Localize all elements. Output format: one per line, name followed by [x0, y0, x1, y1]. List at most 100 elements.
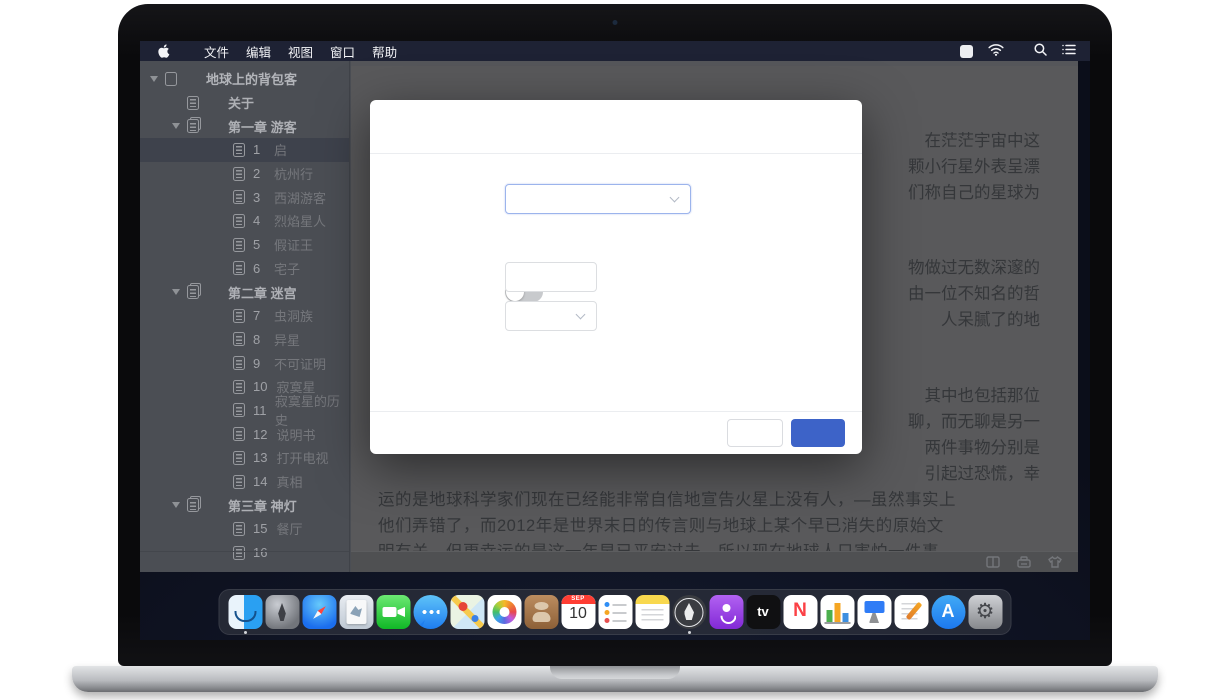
wifi-icon[interactable]	[988, 44, 1004, 59]
sidebar-item-doc-3[interactable]: 3 西湖游客	[140, 185, 349, 209]
appstore-icon[interactable]: A	[931, 595, 965, 629]
dock-item[interactable]	[635, 595, 669, 629]
dock-item[interactable]	[709, 595, 743, 629]
messages-icon[interactable]	[413, 595, 447, 629]
dock-item[interactable]: N	[783, 595, 817, 629]
menu-item[interactable]: 窗口	[330, 42, 355, 61]
scale-select[interactable]	[505, 301, 597, 331]
menu-item[interactable]: 视图	[288, 42, 313, 61]
split-view-icon[interactable]	[986, 556, 1000, 568]
proxy-status-icon[interactable]	[960, 45, 973, 58]
document-icon	[233, 167, 245, 181]
dock-item[interactable]	[450, 595, 484, 629]
document-icon	[233, 403, 245, 417]
export-format-select[interactable]	[505, 184, 691, 214]
sidebar-item-label: 地球上的背包客	[206, 69, 297, 88]
sidebar-item-number: 5	[253, 237, 265, 252]
dock-item[interactable]	[376, 595, 410, 629]
apple-menu-icon[interactable]	[158, 44, 171, 58]
sidebar-item-doc-6[interactable]: 6 宅子	[140, 257, 349, 281]
sidebar-item-doc-15[interactable]: 15 餐厅	[140, 517, 349, 541]
dock-item[interactable]: ⚙	[968, 595, 1002, 629]
menu-item[interactable]: 文件	[204, 42, 229, 61]
sidebar-item[interactable]: 关于	[140, 91, 349, 115]
dock-item[interactable]	[413, 595, 447, 629]
sidebar-item-doc-13[interactable]: 13 打开电视	[140, 446, 349, 470]
finder-icon[interactable]	[228, 595, 262, 629]
disclosure-caret-icon[interactable]	[172, 502, 180, 508]
dock-item[interactable]	[339, 595, 373, 629]
document-text-line: 他们弄错了，而2012年是世界末日的传言则与地球上某个早已消失的原始文	[378, 512, 1040, 536]
facetime-icon[interactable]	[376, 595, 410, 629]
dock-item[interactable]	[265, 595, 299, 629]
sidebar-item-doc-5[interactable]: 5 假证王	[140, 233, 349, 257]
spotlight-search-icon[interactable]	[1034, 43, 1047, 59]
lid-notch	[550, 666, 680, 679]
sidebar-item-doc-7[interactable]: 7 虫洞族	[140, 304, 349, 328]
news-icon[interactable]: N	[783, 595, 817, 629]
sidebar-item[interactable]: 第三章 神灯	[140, 493, 349, 517]
cancel-button[interactable]	[727, 419, 783, 447]
sidebar-item-doc-2[interactable]: 2 杭州行	[140, 162, 349, 186]
keynote-icon[interactable]	[857, 595, 891, 629]
contacts-icon[interactable]	[524, 595, 558, 629]
sidebar-item-number: 2	[253, 166, 265, 181]
macbook-mockup: 文件编辑视图窗口帮助	[0, 0, 1230, 700]
sidebar-item-doc-11[interactable]: 11 寂寞星的历史	[140, 399, 349, 423]
sidebar-item-number: 7	[253, 308, 265, 323]
sidebar-item-doc-4[interactable]: 4 烈焰星人	[140, 209, 349, 233]
dock-item[interactable]: SEP 10	[561, 595, 595, 629]
status-bar-tools	[986, 556, 1078, 568]
dock-item[interactable]	[894, 595, 928, 629]
dialog-header	[370, 100, 862, 154]
dock-item[interactable]	[302, 595, 336, 629]
dock-item[interactable]	[487, 595, 521, 629]
disclosure-caret-icon[interactable]	[150, 76, 158, 82]
menu-item[interactable]: 帮助	[372, 42, 397, 61]
confirm-button[interactable]	[791, 419, 845, 447]
typewriter-mode-icon[interactable]	[1017, 556, 1031, 568]
disclosure-caret-icon[interactable]	[172, 289, 180, 295]
wonderpen-icon[interactable]	[672, 595, 706, 629]
sidebar-item[interactable]: 第二章 迷宫	[140, 280, 349, 304]
safari-icon[interactable]	[302, 595, 336, 629]
dock-item[interactable]	[672, 595, 706, 629]
export-dialog	[370, 100, 862, 454]
sidebar-item-doc-1[interactable]: 1 启	[140, 138, 349, 162]
sidebar-item[interactable]: 第一章 游客	[140, 114, 349, 138]
notes-icon[interactable]	[635, 595, 669, 629]
dock: SEP 10	[219, 589, 1012, 635]
numbers-icon[interactable]	[820, 595, 854, 629]
sidebar-item-doc-8[interactable]: 8 异星	[140, 328, 349, 352]
maps-icon[interactable]	[450, 595, 484, 629]
tv-icon[interactable]: tv	[746, 595, 780, 629]
dialog-footer	[370, 411, 862, 454]
theme-tshirt-icon[interactable]	[1048, 556, 1062, 568]
dock-item[interactable]	[820, 595, 854, 629]
dock-item[interactable]	[857, 595, 891, 629]
sidebar-item[interactable]: 地球上的背包客	[140, 67, 349, 91]
dock-item[interactable]	[228, 595, 262, 629]
disclosure-caret-icon[interactable]	[172, 123, 180, 129]
dock-item[interactable]	[524, 595, 558, 629]
dock-item[interactable]: tv	[746, 595, 780, 629]
reminders-icon[interactable]	[598, 595, 632, 629]
pages-icon[interactable]	[894, 595, 928, 629]
settings-icon[interactable]: ⚙	[968, 595, 1002, 629]
sidebar-item-doc-14[interactable]: 14 真相	[140, 470, 349, 494]
document-icon	[233, 143, 245, 157]
dock-item[interactable]: A	[931, 595, 965, 629]
sidebar-item-doc-9[interactable]: 9 不可证明	[140, 351, 349, 375]
menu-item[interactable]: 编辑	[246, 42, 271, 61]
photos-icon[interactable]	[487, 595, 521, 629]
calendar-icon[interactable]: SEP 10	[561, 595, 595, 629]
document-icon	[233, 238, 245, 252]
podcasts-icon[interactable]	[709, 595, 743, 629]
dock-item[interactable]	[598, 595, 632, 629]
notification-center-icon[interactable]	[1062, 44, 1076, 58]
width-input[interactable]	[505, 262, 597, 292]
launchpad-icon[interactable]	[265, 595, 299, 629]
mail-icon[interactable]	[339, 595, 373, 629]
sidebar-footer	[140, 551, 349, 572]
menu-items: 文件编辑视图窗口帮助	[187, 42, 397, 61]
